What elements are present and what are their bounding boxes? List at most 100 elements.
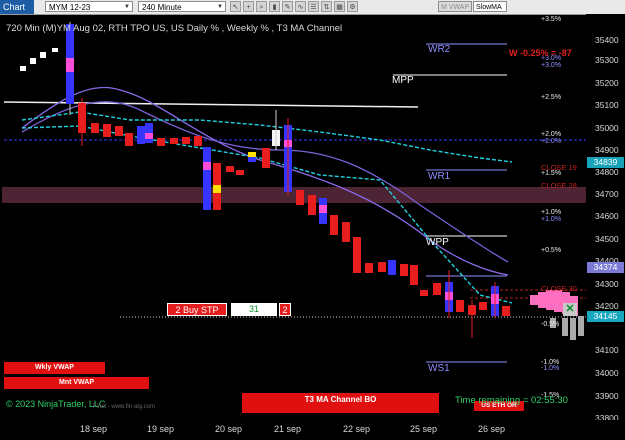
time-label: 22 sep bbox=[343, 424, 371, 434]
pivot-label-ws1: WS1 bbox=[428, 363, 450, 374]
close-label: CLOSE 28 bbox=[541, 181, 577, 190]
t3-channel-button[interactable]: T3 MA Channel BO bbox=[242, 393, 439, 413]
mnt-vwap-button[interactable]: Mnt VWAP bbox=[4, 377, 149, 389]
order-quantity[interactable]: 31 bbox=[231, 303, 277, 316]
candle bbox=[66, 58, 74, 72]
price-tag-34145: 34145 bbox=[587, 311, 624, 322]
close-label: CLOSE 19 bbox=[541, 163, 577, 172]
candle bbox=[30, 58, 36, 64]
candle bbox=[400, 264, 408, 276]
copyright-text: © 2023 NinjaTrader, LLC bbox=[6, 399, 106, 409]
price-label: 34200 bbox=[595, 301, 619, 311]
time-label: 26 sep bbox=[478, 424, 506, 434]
profile-bar bbox=[562, 318, 568, 336]
candle bbox=[40, 52, 46, 58]
profile-bar bbox=[570, 318, 576, 340]
candle bbox=[319, 205, 327, 213]
pct-label: +3.5% bbox=[541, 16, 562, 23]
price-label: 35300 bbox=[595, 55, 619, 65]
candle bbox=[378, 262, 386, 272]
close-x-icon[interactable]: ✕ bbox=[563, 303, 577, 316]
shaded-zone bbox=[2, 187, 586, 203]
chart-window: Chart MYM 12-23 ▼ 240 Minute ▼ ↖ + ⌕ ▮ ✎ ∿… bbox=[0, 0, 625, 440]
time-label: 21 sep bbox=[274, 424, 302, 434]
candle bbox=[125, 133, 133, 146]
candle bbox=[330, 215, 338, 235]
candle bbox=[157, 138, 165, 146]
price-label: 33900 bbox=[595, 391, 619, 401]
candle bbox=[365, 263, 373, 273]
profile-bar bbox=[530, 295, 538, 305]
pivot-label-mpp: MPP bbox=[392, 75, 414, 86]
candle bbox=[236, 170, 244, 175]
price-label: 34300 bbox=[595, 279, 619, 289]
candle bbox=[433, 283, 441, 295]
candle bbox=[296, 190, 304, 205]
candle bbox=[308, 195, 316, 215]
candle bbox=[248, 152, 256, 157]
time-label: 25 sep bbox=[410, 424, 438, 434]
candle bbox=[203, 162, 211, 170]
profile-bar bbox=[578, 316, 584, 336]
pct-label: +2.5% bbox=[541, 94, 562, 101]
candle bbox=[182, 137, 190, 144]
pivot-label-wpp: WPP bbox=[426, 237, 449, 248]
candle bbox=[170, 138, 178, 144]
pct-label-weekly: +1.0% bbox=[541, 216, 562, 223]
source-text: Final - www.fin-alg.com bbox=[93, 404, 156, 410]
candle bbox=[52, 48, 58, 52]
price-label: 34800 bbox=[595, 167, 619, 177]
profile-bar bbox=[546, 290, 554, 310]
time-label: 18 sep bbox=[80, 424, 108, 434]
candle bbox=[145, 133, 153, 139]
pct-label-weekly: -1.0% bbox=[541, 365, 560, 372]
pivot-label-wr1: WR1 bbox=[428, 171, 451, 182]
candle bbox=[410, 265, 418, 285]
candle bbox=[226, 166, 234, 172]
pct-label-weekly: +2.0% bbox=[541, 138, 562, 145]
order-cancel-button[interactable]: 2 bbox=[279, 303, 291, 316]
candle bbox=[115, 126, 123, 136]
candle bbox=[203, 147, 211, 210]
pct-label: +1.0% bbox=[541, 209, 562, 216]
candle bbox=[479, 302, 487, 310]
candle bbox=[388, 260, 396, 275]
price-label: 34600 bbox=[595, 211, 619, 221]
pivot-label-wr2: WR2 bbox=[428, 44, 451, 55]
candle bbox=[342, 222, 350, 242]
price-tag-34374: 34374 bbox=[587, 262, 624, 273]
pct-label: +2.0% bbox=[541, 131, 562, 138]
candle bbox=[502, 306, 510, 316]
candle bbox=[353, 237, 361, 273]
price-label: 34500 bbox=[595, 234, 619, 244]
pct-label: -0.5% bbox=[541, 321, 560, 328]
price-label: 34700 bbox=[595, 189, 619, 199]
chart-title: 720 Min (M)YM Aug 02, RTH TPO US, US Dai… bbox=[6, 23, 343, 34]
price-chart[interactable] bbox=[0, 0, 625, 440]
candle bbox=[103, 124, 111, 137]
wkly-vwap-button[interactable]: Wkly VWAP bbox=[4, 362, 105, 374]
price-tag-34839: 34839 bbox=[587, 157, 624, 168]
candle bbox=[213, 185, 221, 193]
candle bbox=[262, 148, 270, 168]
pct-label-weekly: +3.0% bbox=[541, 62, 562, 69]
price-label: 35100 bbox=[595, 100, 619, 110]
time-label: 19 sep bbox=[147, 424, 175, 434]
candle bbox=[20, 66, 26, 71]
price-label: 35000 bbox=[595, 123, 619, 133]
candle bbox=[194, 136, 202, 146]
weekly-pnl: W -0.25% = -87 bbox=[509, 48, 572, 58]
pct-label: +0.5% bbox=[541, 247, 562, 254]
profile-bar bbox=[538, 292, 546, 308]
bar-time-remaining: Time remaining = 02:55:30 bbox=[455, 395, 568, 406]
price-label: 34900 bbox=[595, 145, 619, 155]
close-label: CLOSE 30 bbox=[541, 284, 577, 293]
profile-bar bbox=[554, 290, 562, 312]
candle bbox=[456, 300, 464, 312]
candle bbox=[91, 123, 99, 133]
buy-stop-order-button[interactable]: 2 Buy STP bbox=[167, 303, 227, 316]
candle bbox=[420, 290, 428, 296]
price-label: 35200 bbox=[595, 78, 619, 88]
price-label: 35400 bbox=[595, 35, 619, 45]
price-label: 34100 bbox=[595, 345, 619, 355]
